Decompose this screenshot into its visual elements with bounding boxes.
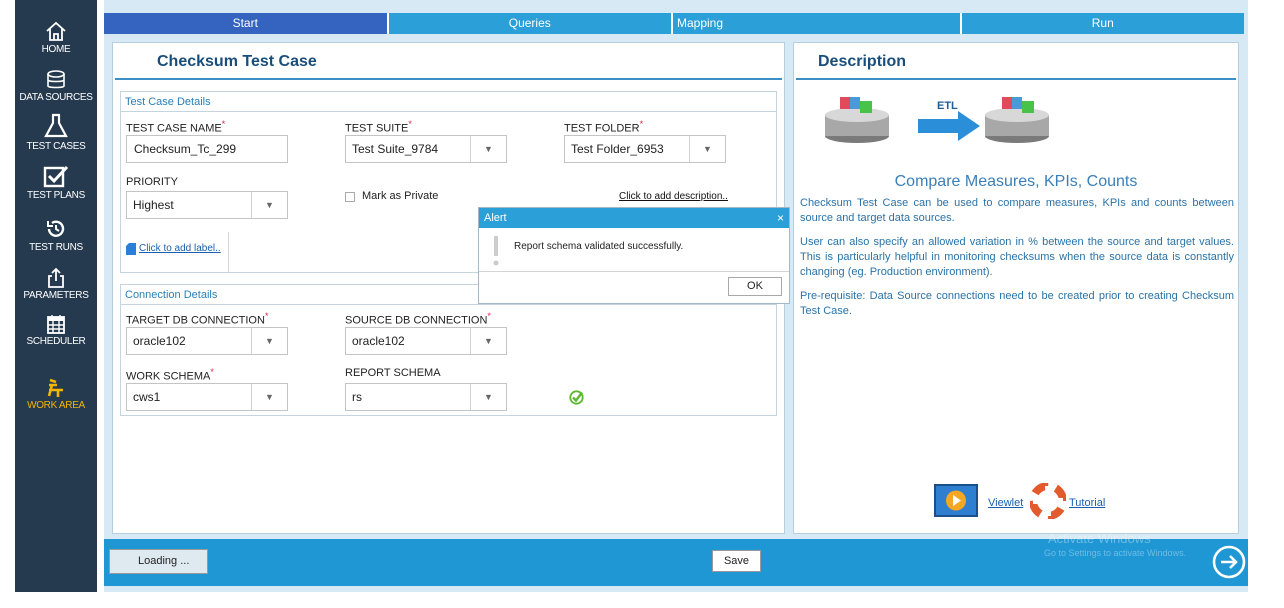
sidebar-item-test-cases[interactable]: TEST CASES <box>15 113 97 152</box>
mark-private-label: Mark as Private <box>362 190 439 202</box>
viewlet-play-button[interactable] <box>934 484 978 517</box>
chevron-down-icon: ▼ <box>251 384 287 410</box>
tab-queries[interactable]: Queries <box>389 13 673 34</box>
priority-label: PRIORITY <box>126 176 178 188</box>
chevron-down-icon: ▼ <box>689 136 725 162</box>
sidebar-item-label: TEST CASES <box>26 141 86 152</box>
main-area: Start Queries Mapping Run Checksum Test … <box>104 0 1248 592</box>
arrow-right-icon <box>918 111 980 141</box>
title-divider <box>796 78 1236 80</box>
description-paragraph: Checksum Test Case can be used to compar… <box>800 197 1234 224</box>
validated-check-icon <box>569 390 584 405</box>
sidebar-item-test-runs[interactable]: TEST RUNS <box>15 218 97 253</box>
export-icon <box>48 268 64 288</box>
viewlet-link[interactable]: Viewlet <box>988 497 1023 509</box>
description-panel: Description ETL Compare Measures, KPIs, … <box>793 42 1239 534</box>
add-label-link[interactable]: Click to add label.. <box>139 243 221 254</box>
chevron-down-icon: ▼ <box>470 136 506 162</box>
title-divider <box>115 78 782 80</box>
sidebar-item-data-sources[interactable]: DATA SOURCES <box>15 70 97 103</box>
close-icon[interactable]: × <box>777 208 784 228</box>
activate-windows-title: Activate Windows <box>1048 531 1151 546</box>
lifebuoy-icon <box>1030 483 1066 519</box>
chevron-down-icon: ▼ <box>251 192 287 218</box>
tutorial-link[interactable]: Tutorial <box>1069 497 1105 509</box>
tab-start[interactable]: Start <box>104 13 389 34</box>
loading-button[interactable]: Loading ... <box>109 549 208 574</box>
priority-select[interactable]: Highest ▼ <box>126 191 288 219</box>
description-heading: Compare Measures, KPIs, Counts <box>894 173 1138 190</box>
group-header: Test Case Details <box>121 92 776 112</box>
bottom-bar: Loading ... Save Activate Windows Go to … <box>104 531 1248 586</box>
calendar-icon <box>47 315 65 334</box>
sidebar-item-label: DATA SOURCES <box>19 92 93 103</box>
target-db-label: TARGET DB CONNECTION* <box>126 311 269 327</box>
sidebar-item-scheduler[interactable]: SCHEDULER <box>15 314 97 347</box>
home-icon <box>46 21 66 41</box>
exclamation-icon <box>493 236 499 266</box>
sidebar-item-label: PARAMETERS <box>23 290 89 301</box>
target-db-select[interactable]: oracle102 ▼ <box>126 327 288 355</box>
source-db-select[interactable]: oracle102 ▼ <box>345 327 507 355</box>
divider <box>479 271 789 272</box>
sidebar-item-label: HOME <box>41 44 71 55</box>
report-schema-label: REPORT SCHEMA <box>345 367 441 379</box>
work-schema-label: WORK SCHEMA* <box>126 367 214 383</box>
sidebar-item-test-plans[interactable]: TEST PLANS <box>15 164 97 201</box>
alert-title-bar: Alert × <box>479 208 789 228</box>
chevron-down-icon: ▼ <box>470 328 506 354</box>
chevron-down-icon: ▼ <box>470 384 506 410</box>
test-suite-select[interactable]: Test Suite_9784 ▼ <box>345 135 507 163</box>
test-folder-select[interactable]: Test Folder_6953 ▼ <box>564 135 726 163</box>
divider <box>228 232 229 272</box>
flask-icon <box>44 113 68 138</box>
description-paragraph: Pre-requisite: Data Source connections n… <box>800 290 1234 317</box>
mark-private-checkbox[interactable] <box>345 192 355 202</box>
checkbox-icon <box>43 165 69 188</box>
sidebar: HOME DATA SOURCES TEST CASES TEST PLANS … <box>15 0 97 592</box>
wizard-tabs: Start Queries Mapping Run <box>104 13 1244 34</box>
alert-title: Alert <box>484 212 507 224</box>
ok-button[interactable]: OK <box>728 277 782 296</box>
app-window: HOME DATA SOURCES TEST CASES TEST PLANS … <box>0 0 1284 608</box>
test-case-name-label: TEST CASE NAME* <box>126 119 226 135</box>
sidebar-item-label: TEST PLANS <box>27 190 85 201</box>
tab-mapping[interactable]: Mapping <box>673 13 962 34</box>
description-paragraph: User can also specify an allowed variati… <box>800 236 1234 278</box>
play-icon <box>946 490 966 511</box>
test-folder-label: TEST FOLDER* <box>564 119 644 135</box>
target-db-icon <box>985 97 1049 143</box>
database-icon <box>47 70 65 89</box>
work-area-icon <box>47 378 63 397</box>
add-description-link[interactable]: Click to add description.. <box>619 191 728 202</box>
sidebar-item-home[interactable]: HOME <box>15 20 97 55</box>
source-db-label: SOURCE DB CONNECTION* <box>345 311 491 327</box>
history-icon <box>47 220 65 237</box>
save-button[interactable]: Save <box>712 550 761 572</box>
sidebar-item-parameters[interactable]: PARAMETERS <box>15 268 97 301</box>
activate-windows-subtitle: Go to Settings to activate Windows. <box>1044 548 1187 558</box>
sidebar-item-label: TEST RUNS <box>29 242 83 253</box>
source-db-icon <box>825 97 889 143</box>
panel-title: Description <box>818 53 907 70</box>
next-arrow-button[interactable] <box>1212 545 1246 579</box>
report-schema-select[interactable]: rs ▼ <box>345 383 507 411</box>
sidebar-item-label: WORK AREA <box>27 400 85 411</box>
label-tag-icon <box>126 243 136 255</box>
panel-title: Checksum Test Case <box>157 53 317 70</box>
test-case-name-input[interactable]: Checksum_Tc_299 <box>126 135 288 163</box>
chevron-down-icon: ▼ <box>251 328 287 354</box>
sidebar-item-work-area[interactable]: WORK AREA <box>15 378 97 411</box>
alert-dialog: Alert × Report schema validated successf… <box>478 207 790 304</box>
sidebar-item-label: SCHEDULER <box>26 336 86 347</box>
work-schema-select[interactable]: cws1 ▼ <box>126 383 288 411</box>
tab-run[interactable]: Run <box>962 13 1245 34</box>
test-suite-label: TEST SUITE* <box>345 119 412 135</box>
alert-message: Report schema validated successfully. <box>514 241 684 252</box>
